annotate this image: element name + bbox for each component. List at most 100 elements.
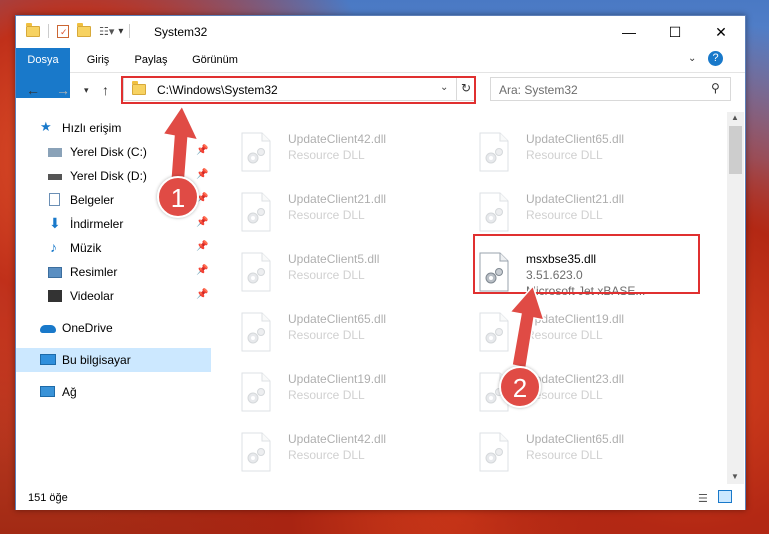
sidebar-item-label: Yerel Disk (D:) bbox=[70, 169, 147, 183]
pin-icon[interactable]: 📌 bbox=[196, 169, 208, 180]
tab-gorunum[interactable]: Görünüm bbox=[186, 48, 244, 72]
file-detail: Resource DLL bbox=[526, 208, 603, 222]
sidebar-item-disk-c[interactable]: Yerel Disk (C:) 📌 bbox=[16, 140, 211, 164]
large-icons-view-icon[interactable] bbox=[718, 490, 732, 503]
sidebar-item-label: Ağ bbox=[62, 385, 77, 399]
customize-toolbar-icon[interactable]: ▾ bbox=[118, 26, 123, 37]
address-path: C:\Windows\System32 bbox=[157, 83, 278, 97]
scrollbar-thumb[interactable] bbox=[729, 126, 742, 174]
folder-icon bbox=[132, 81, 146, 95]
dll-file-icon bbox=[241, 132, 271, 172]
file-name: UpdateClient19.dll bbox=[288, 372, 387, 386]
file-detail: Resource DLL bbox=[526, 328, 603, 342]
sidebar-item-label: OneDrive bbox=[62, 321, 113, 335]
status-bar: 151 öğe ☰ bbox=[16, 488, 745, 510]
pin-icon[interactable]: 📌 bbox=[196, 241, 208, 252]
properties-icon[interactable]: ✓ bbox=[57, 24, 69, 38]
sidebar-item-label: Videolar bbox=[70, 289, 114, 303]
dll-file-icon bbox=[479, 432, 509, 472]
file-list: UpdateClient42.dll Resource DLL UpdateClie… bbox=[212, 112, 727, 484]
pictures-icon bbox=[48, 267, 62, 278]
file-item[interactable]: UpdateClient21.dll Resource DLL bbox=[240, 190, 465, 240]
download-icon: ⬇ bbox=[49, 215, 61, 231]
file-item[interactable]: UpdateClient42.dll Resource DLL bbox=[240, 130, 465, 180]
view-options-icon[interactable]: ☷▾ bbox=[99, 25, 114, 38]
dll-file-icon bbox=[479, 192, 509, 232]
sidebar-item-bu-bilgisayar[interactable]: Bu bilgisayar bbox=[16, 348, 211, 372]
folder-icon[interactable] bbox=[26, 22, 40, 37]
file-item[interactable]: UpdateClient65.dll Resource DLL bbox=[240, 310, 465, 360]
file-name: UpdateClient21.dll bbox=[526, 192, 625, 206]
sidebar-item-videolar[interactable]: Videolar 📌 bbox=[16, 284, 211, 308]
file-item[interactable]: msxbse35.dll 3.51.623.0 Microsoft Jet xBAS… bbox=[478, 250, 703, 300]
sidebar-item-ag[interactable]: Ağ bbox=[16, 380, 211, 404]
title-bar: ✓ ☷▾ ▾ System32 — ☐ ✕ bbox=[16, 16, 745, 48]
file-name: UpdateClient42.dll bbox=[288, 132, 387, 146]
computer-icon bbox=[40, 354, 56, 365]
file-detail: Resource DLL bbox=[288, 208, 365, 222]
pin-icon[interactable]: 📌 bbox=[196, 217, 208, 228]
tab-giris[interactable]: Giriş bbox=[78, 48, 118, 72]
file-detail: Resource DLL bbox=[288, 268, 365, 282]
sidebar-item-label: İndirmeler bbox=[70, 217, 124, 231]
address-dropdown-icon[interactable]: ⌄ bbox=[440, 82, 448, 93]
tab-paylas[interactable]: Paylaş bbox=[128, 48, 174, 72]
window-title: System32 bbox=[154, 25, 208, 39]
sidebar-item-resimler[interactable]: Resimler 📌 bbox=[16, 260, 211, 284]
file-item[interactable]: UpdateClient42.dll Resource DLL bbox=[240, 430, 465, 480]
file-item[interactable]: UpdateClient19.dll Resource DLL bbox=[478, 310, 703, 360]
file-item[interactable]: UpdateClient65.dll Resource DLL bbox=[478, 430, 703, 480]
address-bar[interactable]: C:\Windows\System32 ⌄ ↻ bbox=[123, 77, 476, 101]
maximize-button[interactable]: ☐ bbox=[652, 16, 698, 48]
document-icon bbox=[49, 193, 60, 206]
file-name: UpdateClient21.dll bbox=[288, 192, 387, 206]
video-icon bbox=[48, 290, 62, 302]
dll-file-icon bbox=[479, 132, 509, 172]
help-icon[interactable]: ? bbox=[708, 51, 723, 66]
star-icon: ★ bbox=[40, 119, 52, 134]
drive-icon bbox=[48, 148, 62, 157]
file-item[interactable]: UpdateClient19.dll Resource DLL bbox=[240, 370, 465, 420]
ribbon-tabs: Dosya Giriş Paylaş Görünüm ⌄ ? bbox=[16, 48, 745, 98]
back-arrow-icon[interactable]: ← bbox=[26, 82, 40, 98]
file-name: UpdateClient19.dll bbox=[526, 312, 625, 326]
minimize-button[interactable]: — bbox=[606, 16, 652, 48]
sidebar-item-label: Yerel Disk (C:) bbox=[70, 145, 147, 159]
search-box[interactable]: Ara: System32 ⚲ bbox=[490, 77, 731, 101]
explorer-window: ✓ ☷▾ ▾ System32 — ☐ ✕ Dosya Giriş Paylaş… bbox=[15, 15, 746, 510]
sidebar-item-label: Bu bilgisayar bbox=[62, 353, 131, 367]
sidebar-item-label: Müzik bbox=[70, 241, 102, 255]
file-detail: Resource DLL bbox=[288, 148, 365, 162]
vertical-scrollbar[interactable]: ▲ ▼ bbox=[727, 112, 744, 484]
file-item[interactable]: UpdateClient21.dll Resource DLL bbox=[478, 190, 703, 240]
file-description: Microsoft Jet xBASE... bbox=[526, 284, 646, 298]
forward-arrow-icon[interactable]: → bbox=[56, 82, 70, 98]
pin-icon[interactable]: 📌 bbox=[196, 265, 208, 276]
refresh-icon[interactable]: ↻ bbox=[461, 81, 471, 95]
pin-icon[interactable]: 📌 bbox=[196, 289, 208, 300]
file-detail: Resource DLL bbox=[288, 388, 365, 402]
details-view-icon[interactable]: ☰ bbox=[698, 492, 708, 505]
expand-ribbon-icon[interactable]: ⌄ bbox=[688, 53, 696, 64]
file-item[interactable]: UpdateClient5.dll Resource DLL bbox=[240, 250, 465, 300]
scroll-up-icon[interactable]: ▲ bbox=[731, 113, 739, 122]
quick-access-toolbar: ✓ ☷▾ ▾ bbox=[26, 22, 131, 38]
dll-file-icon bbox=[241, 192, 271, 232]
step-badge-1: 1 bbox=[157, 176, 199, 218]
sidebar-item-label: Belgeler bbox=[70, 193, 115, 207]
new-folder-icon[interactable] bbox=[77, 22, 91, 37]
cloud-icon bbox=[40, 325, 56, 333]
file-item[interactable]: UpdateClient65.dll Resource DLL bbox=[478, 130, 703, 180]
scroll-down-icon[interactable]: ▼ bbox=[731, 472, 739, 481]
file-detail: Resource DLL bbox=[526, 148, 603, 162]
search-input[interactable]: Ara: System32 bbox=[499, 83, 578, 97]
sidebar-item-onedrive[interactable]: OneDrive bbox=[16, 316, 211, 340]
up-arrow-icon[interactable]: ↑ bbox=[102, 82, 109, 98]
pin-icon[interactable]: 📌 bbox=[196, 145, 208, 156]
recent-locations-icon[interactable]: ▾ bbox=[84, 85, 89, 96]
sidebar-item-label: Hızlı erişim bbox=[62, 121, 122, 135]
close-button[interactable]: ✕ bbox=[698, 16, 744, 48]
sidebar-item-quick-access[interactable]: ★ Hızlı erişim bbox=[16, 116, 211, 140]
sidebar-item-label: Resimler bbox=[70, 265, 118, 279]
sidebar-item-muzik[interactable]: ♪ Müzik 📌 bbox=[16, 236, 211, 260]
